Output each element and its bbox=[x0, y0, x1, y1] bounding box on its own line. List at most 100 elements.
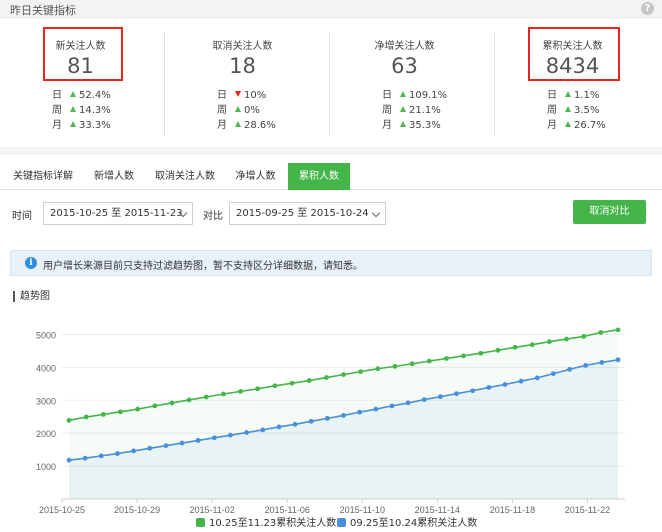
x-tick-label: 2015-11-22 bbox=[565, 505, 610, 515]
change-percent: 26.7% bbox=[574, 120, 606, 131]
legend-swatch bbox=[196, 518, 205, 527]
data-point bbox=[306, 378, 312, 383]
data-point bbox=[583, 362, 589, 368]
legend-item-current[interactable]: 10.25至11.23累积关注人数 bbox=[196, 514, 336, 529]
arrow-down-icon bbox=[235, 91, 241, 97]
data-point bbox=[131, 448, 136, 454]
change-percent: 0% bbox=[244, 105, 260, 116]
arrow-up-icon bbox=[400, 106, 406, 112]
arrow-up-icon bbox=[235, 106, 241, 112]
data-point bbox=[147, 445, 153, 451]
metric-value: 8434 bbox=[545, 54, 600, 78]
data-point bbox=[518, 378, 524, 384]
data-point bbox=[135, 406, 141, 412]
compare-range-picker[interactable]: 2015-09-25 至 2015-10-24 bbox=[229, 202, 386, 225]
change-percent: 52.4% bbox=[79, 90, 111, 101]
info-notice: i 用户增长来源目前只支持过滤趋势图，暂不支持区分详细数据，请知悉。 bbox=[10, 250, 652, 276]
help-icon[interactable]: ? bbox=[641, 2, 654, 15]
data-point bbox=[598, 330, 604, 335]
data-point bbox=[389, 403, 395, 409]
data-point bbox=[118, 409, 123, 415]
data-point bbox=[567, 366, 572, 372]
data-point bbox=[534, 375, 540, 381]
top-bar: 昨日关键指标 ? bbox=[0, 0, 662, 18]
period-label: 日 bbox=[217, 90, 227, 101]
change-row: 日 1.1% bbox=[547, 88, 606, 103]
data-point bbox=[292, 421, 298, 427]
trend-chart: 1000 2000 3000 4000 5000 2015-10-25 2015-10-29… bbox=[36, 318, 625, 515]
metric-changes: 日 1.1% 周 3.5% 月 26.7% bbox=[547, 88, 606, 133]
data-point bbox=[512, 344, 518, 350]
cancel-compare-button[interactable]: 取消对比 bbox=[573, 200, 646, 224]
arrow-up-icon bbox=[565, 91, 571, 97]
period-label: 周 bbox=[52, 105, 62, 116]
data-point bbox=[470, 388, 476, 394]
period-label: 日 bbox=[547, 90, 557, 101]
data-point bbox=[341, 372, 346, 378]
metric-changes: 日 109.1% 周 21.1% 月 35.3% bbox=[382, 88, 447, 133]
data-point bbox=[478, 350, 484, 356]
time-label: 时间 bbox=[12, 211, 32, 222]
metric-value: 18 bbox=[229, 54, 256, 78]
data-point bbox=[581, 334, 587, 339]
date-range-picker[interactable]: 2015-10-25 至 2015-11-23 bbox=[43, 202, 193, 225]
change-row: 周 14.3% bbox=[52, 103, 111, 118]
legend-item-compare[interactable]: 09.25至10.24累积关注人数 bbox=[337, 514, 477, 529]
change-percent: 21.1% bbox=[409, 105, 441, 116]
tab-new-users[interactable]: 新增人数 bbox=[82, 163, 146, 190]
arrow-up-icon bbox=[565, 121, 571, 127]
data-point bbox=[221, 391, 226, 397]
data-point bbox=[615, 327, 621, 333]
data-point bbox=[564, 336, 569, 342]
data-point bbox=[260, 427, 266, 433]
info-icon: i bbox=[25, 257, 37, 269]
data-point bbox=[375, 366, 381, 372]
change-percent: 10% bbox=[244, 90, 267, 101]
data-point bbox=[373, 406, 379, 412]
compare-range-value: 2015-09-25 至 2015-10-24 bbox=[236, 208, 369, 219]
legend-label: 09.25至10.24累积关注人数 bbox=[350, 518, 478, 529]
tab-cumulative[interactable]: 累积人数 bbox=[288, 163, 350, 190]
data-point bbox=[358, 369, 364, 375]
y-tick-label: 2000 bbox=[36, 429, 56, 439]
data-point bbox=[502, 382, 508, 387]
trend-chart-title: 趋势图 bbox=[13, 291, 50, 302]
change-percent: 109.1% bbox=[409, 90, 448, 101]
legend-swatch bbox=[337, 518, 346, 527]
period-label: 日 bbox=[52, 90, 62, 101]
change-row: 日 10% bbox=[217, 88, 276, 103]
tab-unfollows[interactable]: 取消关注人数 bbox=[146, 163, 224, 190]
metric-label: 累积关注人数 bbox=[542, 41, 603, 52]
data-point bbox=[341, 413, 346, 418]
date-range-value: 2015-10-25 至 2015-11-23 bbox=[50, 208, 183, 219]
change-row: 周 0% bbox=[217, 103, 276, 118]
data-point bbox=[272, 383, 278, 389]
data-point bbox=[421, 397, 427, 403]
chevron-down-icon bbox=[371, 208, 381, 218]
data-point bbox=[152, 403, 158, 409]
data-point bbox=[551, 371, 556, 377]
data-point bbox=[289, 380, 295, 386]
change-row: 月 35.3% bbox=[382, 118, 447, 133]
period-label: 月 bbox=[547, 120, 557, 131]
data-point bbox=[179, 440, 185, 446]
arrow-up-icon bbox=[235, 121, 241, 127]
metric-changes: 日 10% 周 0% 月 28.6% bbox=[217, 88, 276, 133]
data-point bbox=[426, 358, 432, 364]
tab-key-metrics-detail[interactable]: 关键指标详解 bbox=[4, 163, 82, 190]
period-label: 月 bbox=[217, 120, 227, 131]
tab-net-growth[interactable]: 净增人数 bbox=[224, 163, 287, 190]
data-point bbox=[195, 438, 201, 443]
section-header-title: 昨日关键指标 bbox=[10, 4, 76, 17]
data-point bbox=[115, 451, 120, 456]
data-point bbox=[98, 453, 104, 459]
data-point bbox=[323, 375, 329, 380]
data-point bbox=[66, 457, 72, 463]
data-point bbox=[66, 417, 72, 423]
change-row: 月 33.3% bbox=[52, 118, 111, 133]
key-metrics: 新关注人数 81 日 52.4% 周 14.3% 月 33.3% 取消关注人数 18 日 1… bbox=[0, 18, 662, 146]
metric-changes: 日 52.4% 周 14.3% 月 33.3% bbox=[52, 88, 111, 133]
metric-total-followers: 累积关注人数 8434 日 1.1% 周 3.5% 月 26.7% bbox=[495, 18, 660, 146]
metric-net-followers: 净增关注人数 63 日 109.1% 周 21.1% 月 35.3% bbox=[330, 18, 495, 146]
arrow-up-icon bbox=[400, 121, 406, 127]
